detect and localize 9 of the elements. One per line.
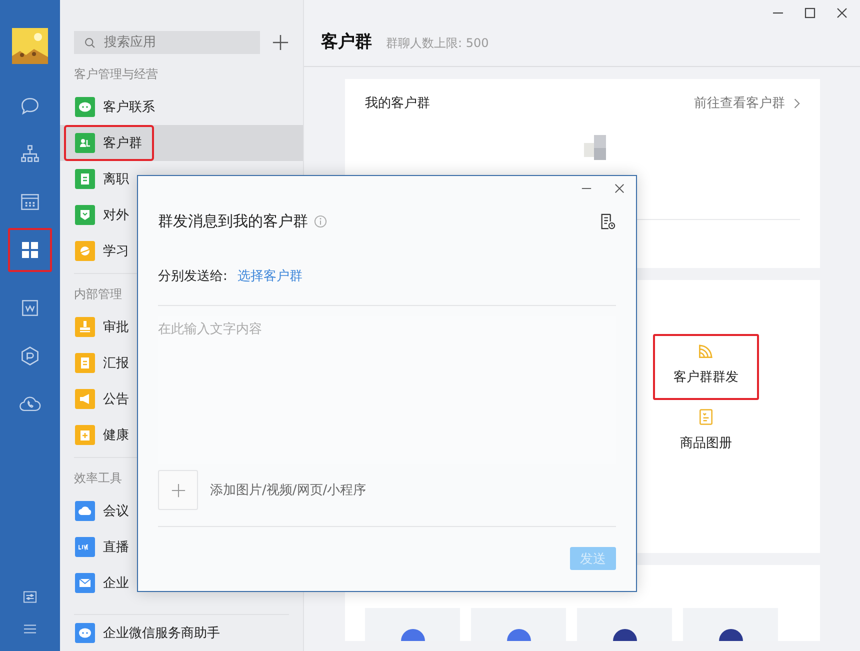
section-title: 内部管理 [74,286,122,303]
card-title: 我的客户群 [365,95,430,112]
section-title: 客户管理与经营 [74,66,158,83]
recipients-label: 分别发送给: [158,268,228,285]
attachment-hint: 添加图片/视频/网页/小程序 [210,482,366,499]
section-title: 效率工具 [74,470,122,487]
page-title: 客户群 [321,31,372,53]
group-limit-text: 群聊人数上限: 500 [386,35,489,52]
dialog-title: 群发消息到我的客户群 [158,212,308,230]
